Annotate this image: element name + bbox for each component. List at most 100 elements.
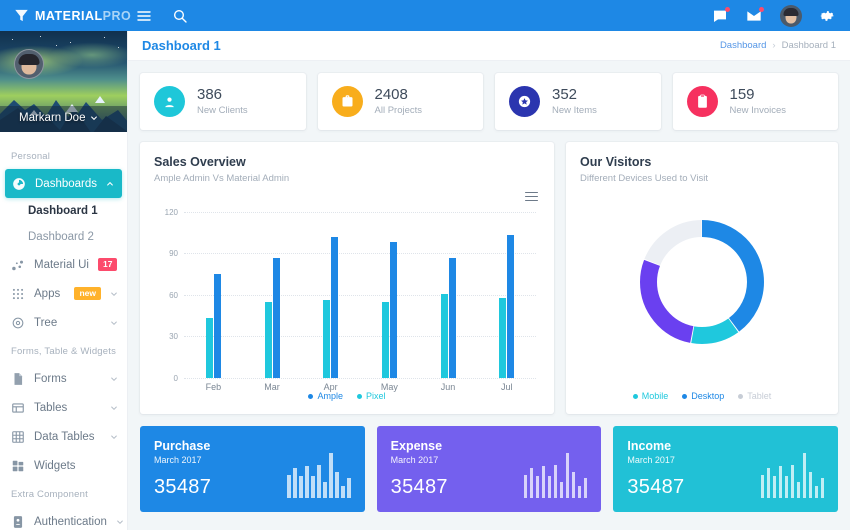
bar-pixel[interactable]	[381, 301, 389, 378]
stat-card-new-clients[interactable]: 386 New Clients	[140, 73, 306, 130]
sidebar-item-apps[interactable]: Apps new	[0, 279, 127, 308]
mini-card-row: Purchase March 2017 35487 Expense March 2017…	[140, 426, 839, 512]
user-circle-icon	[165, 97, 174, 108]
bar-ample[interactable]	[507, 235, 515, 378]
legend-item[interactable]: Mobile	[632, 391, 669, 401]
sidebar-item-tables[interactable]: Tables	[0, 393, 127, 422]
sales-overview-card: Sales Overview Ample Admin Vs Material A…	[140, 142, 554, 414]
sidebar-item-dashboards[interactable]: Dashboards	[5, 169, 122, 198]
legend-item[interactable]: Tablet	[738, 391, 771, 401]
sparkline-bar	[571, 471, 576, 498]
sidebar-item-data-tables[interactable]: Data Tables	[0, 422, 127, 451]
sparkline-bar	[529, 468, 534, 498]
clipboard-icon	[697, 94, 707, 108]
stat-icon-circle	[154, 86, 185, 117]
sparkline-bar	[790, 464, 795, 498]
sparkline-bar	[293, 468, 297, 498]
bar-groups	[184, 198, 536, 378]
stat-label: New Items	[552, 105, 597, 117]
sidebar-item-authentication[interactable]: Authentication	[0, 507, 127, 530]
sparkline-bar	[553, 464, 558, 498]
sparkline-bar	[287, 474, 291, 498]
profile-avatar[interactable]	[14, 49, 44, 79]
hamburger-icon[interactable]	[136, 8, 152, 24]
search-icon[interactable]	[172, 8, 188, 24]
bar-ample[interactable]	[389, 242, 397, 378]
bar-pixel[interactable]	[499, 297, 507, 378]
y-axis-tick: 0	[173, 374, 178, 383]
bar-group	[360, 198, 419, 378]
legend-swatch	[308, 393, 314, 399]
stat-value: 386	[197, 85, 223, 103]
breadcrumb-root[interactable]: Dashboard	[720, 40, 766, 51]
legend-item[interactable]: Pixel	[357, 391, 386, 401]
comment-badge-dot	[725, 6, 730, 12]
avatar[interactable]	[780, 4, 802, 27]
page-container: Dashboard 1 Dashboard › Dashboard 1 386 …	[128, 31, 850, 530]
gear-icon[interactable]	[820, 8, 836, 24]
mini-card-title: Purchase	[154, 439, 211, 453]
breadcrumb: Dashboard › Dashboard 1	[720, 40, 836, 51]
stat-label: New Invoices	[729, 105, 787, 117]
bar-pixel[interactable]	[264, 301, 272, 378]
bar-chart-legend: Ample Pixel	[140, 391, 554, 401]
sidebar-nav: Personal Dashboards Dashboard 1 Dashboar…	[0, 132, 127, 530]
sidebar-item-label: Data Tables	[34, 430, 95, 443]
envelope-icon-wrapper[interactable]	[746, 6, 764, 24]
top-navbar: MATERIALPRO	[0, 0, 850, 31]
chevron-down-icon	[111, 377, 117, 381]
chevron-down-icon	[111, 292, 117, 296]
legend-swatch	[357, 393, 362, 399]
sparkline-bar	[784, 475, 789, 498]
sparkline-bar	[778, 465, 783, 498]
sidebar-item-label: Authentication	[34, 515, 107, 528]
page-content: 386 New Clients 2408 All Projects 352 Ne…	[128, 61, 850, 524]
mini-card-expense[interactable]: Expense March 2017 35487	[376, 426, 602, 512]
sidebar-item-forms[interactable]: Forms	[0, 364, 127, 393]
profile-name-label: Markarn Doe	[19, 112, 86, 124]
bar-pixel[interactable]	[205, 318, 213, 378]
mini-card-sparkline	[287, 453, 351, 498]
sidebar-item-tree[interactable]: Tree	[0, 308, 127, 337]
chart-subtitle: Different Devices Used to Visit	[580, 173, 708, 184]
brand-logo-area[interactable]: MATERIALPRO	[0, 0, 131, 31]
y-axis-tick: 90	[169, 249, 178, 259]
stat-label: New Clients	[197, 105, 248, 117]
cog-icon	[12, 317, 24, 328]
stat-card-new-invoices[interactable]: 159 New Invoices	[672, 73, 838, 130]
sidebar-item-dashboard-1[interactable]: Dashboard 1	[0, 198, 127, 224]
sidebar-item-dashboard-2[interactable]: Dashboard 2	[0, 224, 127, 250]
comment-icon-wrapper[interactable]	[712, 6, 730, 24]
mini-card-income[interactable]: Income March 2017 35487	[613, 426, 839, 512]
sparkline-bar	[796, 481, 801, 498]
sparkline-bar	[329, 453, 333, 498]
bar-ample[interactable]	[213, 274, 221, 378]
sidebar-badge-count: 17	[97, 257, 118, 272]
bar-pixel[interactable]	[440, 293, 448, 378]
bar-ample[interactable]	[272, 257, 280, 378]
chart-title: Our Visitors	[580, 155, 652, 169]
sidebar-item-widgets[interactable]: Widgets	[0, 451, 127, 480]
bubbles-icon	[12, 260, 24, 270]
sparkline-bar	[523, 474, 528, 498]
sidebar-profile: Markarn Doe	[0, 31, 127, 132]
stat-card-new-items[interactable]: 352 New Items	[495, 73, 661, 130]
legend-item[interactable]: Desktop	[682, 391, 724, 401]
bar-ample[interactable]	[331, 236, 339, 378]
mini-card-title: Income	[627, 439, 672, 453]
stat-icon-circle	[331, 86, 363, 117]
sparkline-bar	[341, 486, 345, 498]
mini-card-purchase[interactable]: Purchase March 2017 35487	[140, 426, 365, 512]
sidebar-item-label: Forms	[34, 372, 67, 385]
profile-name-dropdown[interactable]: Markarn Doe	[0, 112, 127, 124]
legend-item[interactable]: Ample	[308, 391, 343, 401]
page-title: Dashboard 1	[142, 38, 221, 53]
legend-label: Mobile	[641, 391, 669, 401]
stat-card-all-projects[interactable]: 2408 All Projects	[317, 73, 483, 130]
sparkline-bar	[808, 471, 813, 498]
donut-chart-legend: Mobile Desktop Tablet	[566, 391, 838, 401]
stat-value: 159	[729, 85, 755, 103]
bar-pixel[interactable]	[323, 300, 331, 378]
sidebar-item-material-ui[interactable]: Material Ui 17	[0, 250, 127, 279]
bar-ample[interactable]	[448, 257, 456, 378]
